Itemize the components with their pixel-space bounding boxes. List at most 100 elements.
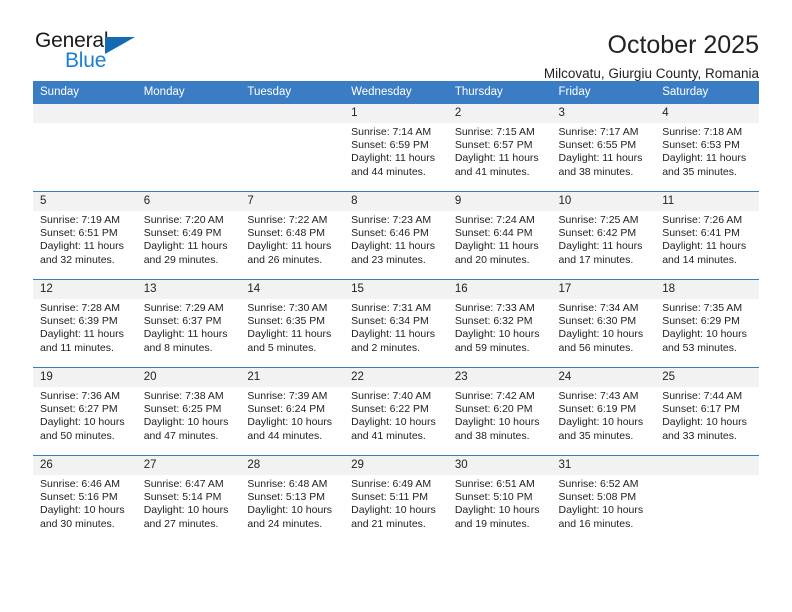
daylight-line-1: Daylight: 10 hours [454, 328, 540, 341]
sunrise-time: Sunrise: 7:36 AM [40, 390, 120, 402]
daylight-line-2: and 47 minutes. [143, 429, 219, 442]
daylight-line-2: and 35 minutes. [558, 429, 634, 442]
day-cell[interactable]: 5 Sunrise: 7:19 AM Sunset: 6:51 PM Dayli… [33, 191, 137, 280]
day-info: Sunrise: 6:48 AM Sunset: 5:13 PM Dayligh… [240, 475, 344, 531]
day-cell[interactable]: 11 Sunrise: 7:26 AM Sunset: 6:41 PM Dayl… [655, 191, 759, 280]
daylight-line-1: Daylight: 10 hours [454, 416, 540, 429]
page-title: October 2025 [607, 31, 760, 59]
calendar-week-row: 19 Sunrise: 7:36 AM Sunset: 6:27 PM Dayl… [33, 367, 759, 456]
sunset-time: Sunset: 6:55 PM [558, 139, 637, 152]
day-number: 2 [447, 104, 552, 123]
sunset-time: Sunset: 6:49 PM [143, 227, 222, 240]
sunset-time: Sunset: 5:08 PM [558, 491, 637, 504]
day-cell[interactable]: 31 Sunrise: 6:52 AM Sunset: 5:08 PM Dayl… [551, 455, 656, 543]
day-info: Sunrise: 7:34 AM Sunset: 6:30 PM Dayligh… [552, 299, 656, 355]
day-cell[interactable]: 14 Sunrise: 7:30 AM Sunset: 6:35 PM Dayl… [240, 279, 345, 368]
day-cell[interactable]: 26 Sunrise: 6:46 AM Sunset: 5:16 PM Dayl… [33, 455, 137, 543]
day-cell[interactable]: 9 Sunrise: 7:24 AM Sunset: 6:44 PM Dayli… [447, 191, 552, 280]
day-cell[interactable]: 30 Sunrise: 6:51 AM Sunset: 5:10 PM Dayl… [447, 455, 552, 543]
sunrise-time: Sunrise: 6:52 AM [558, 478, 639, 490]
day-cell[interactable] [240, 103, 345, 192]
day-cell[interactable]: 8 Sunrise: 7:23 AM Sunset: 6:46 PM Dayli… [344, 191, 448, 280]
daylight-line-2: and 8 minutes. [143, 341, 213, 354]
sunset-time: Sunset: 6:39 PM [40, 315, 118, 328]
day-cell[interactable]: 10 Sunrise: 7:25 AM Sunset: 6:42 PM Dayl… [551, 191, 656, 280]
daylight-line-1: Daylight: 10 hours [247, 504, 333, 517]
logo-text-blue: Blue [65, 49, 107, 72]
day-info: Sunrise: 7:33 AM Sunset: 6:32 PM Dayligh… [448, 299, 552, 355]
day-number: 6 [136, 192, 241, 211]
weekday-header-saturday: Saturday [655, 81, 759, 104]
day-cell[interactable]: 21 Sunrise: 7:39 AM Sunset: 6:24 PM Dayl… [240, 367, 345, 456]
sunrise-time: Sunrise: 6:47 AM [143, 478, 224, 490]
day-cell[interactable]: 12 Sunrise: 7:28 AM Sunset: 6:39 PM Dayl… [33, 279, 137, 368]
day-info: Sunrise: 7:39 AM Sunset: 6:24 PM Dayligh… [240, 387, 344, 443]
day-cell[interactable]: 15 Sunrise: 7:31 AM Sunset: 6:34 PM Dayl… [344, 279, 448, 368]
day-cell[interactable] [33, 103, 137, 192]
daylight-line-1: Daylight: 11 hours [662, 152, 747, 165]
day-cell[interactable]: 19 Sunrise: 7:36 AM Sunset: 6:27 PM Dayl… [33, 367, 137, 456]
daylight-line-2: and 50 minutes. [40, 429, 115, 442]
day-cell[interactable]: 6 Sunrise: 7:20 AM Sunset: 6:49 PM Dayli… [136, 191, 241, 280]
day-cell[interactable]: 29 Sunrise: 6:49 AM Sunset: 5:11 PM Dayl… [344, 455, 448, 543]
day-cell[interactable]: 20 Sunrise: 7:38 AM Sunset: 6:25 PM Dayl… [136, 367, 241, 456]
day-cell[interactable]: 23 Sunrise: 7:42 AM Sunset: 6:20 PM Dayl… [447, 367, 552, 456]
daylight-line-1: Daylight: 10 hours [40, 504, 125, 517]
day-number: 26 [33, 456, 137, 475]
day-cell[interactable]: 3 Sunrise: 7:17 AM Sunset: 6:55 PM Dayli… [551, 103, 656, 192]
day-cell[interactable]: 17 Sunrise: 7:34 AM Sunset: 6:30 PM Dayl… [551, 279, 656, 368]
daylight-line-1: Daylight: 11 hours [247, 328, 332, 341]
daylight-line-2: and 30 minutes. [40, 517, 115, 530]
day-info: Sunrise: 7:24 AM Sunset: 6:44 PM Dayligh… [448, 211, 552, 267]
sunrise-time: Sunrise: 7:15 AM [454, 126, 535, 138]
day-number: 11 [655, 192, 759, 211]
sunset-time: Sunset: 6:27 PM [40, 403, 118, 416]
calendar-body: 1 Sunrise: 7:14 AM Sunset: 6:59 PM Dayli… [33, 103, 759, 543]
day-cell[interactable]: 24 Sunrise: 7:43 AM Sunset: 6:19 PM Dayl… [551, 367, 656, 456]
daylight-line-2: and 38 minutes. [558, 165, 634, 178]
day-cell[interactable]: 13 Sunrise: 7:29 AM Sunset: 6:37 PM Dayl… [136, 279, 241, 368]
sunrise-time: Sunrise: 7:18 AM [662, 126, 743, 138]
daylight-line-1: Daylight: 10 hours [558, 416, 644, 429]
calendar-page: General Blue October 2025 Milcovatu, Giu… [0, 0, 792, 612]
day-cell[interactable]: 27 Sunrise: 6:47 AM Sunset: 5:14 PM Dayl… [136, 455, 241, 543]
day-number: 7 [240, 192, 345, 211]
sunset-time: Sunset: 5:11 PM [351, 491, 428, 504]
sunset-time: Sunset: 6:20 PM [454, 403, 533, 416]
daylight-line-2: and 32 minutes. [40, 253, 115, 266]
daylight-line-2: and 21 minutes. [351, 517, 426, 530]
logo-triangle-icon [105, 37, 135, 54]
sunset-time: Sunset: 6:34 PM [351, 315, 429, 328]
day-cell[interactable]: 18 Sunrise: 7:35 AM Sunset: 6:29 PM Dayl… [655, 279, 759, 368]
day-cell[interactable]: 28 Sunrise: 6:48 AM Sunset: 5:13 PM Dayl… [240, 455, 345, 543]
sunrise-time: Sunrise: 6:49 AM [351, 478, 432, 490]
weekday-header-row: Sunday Monday Tuesday Wednesday Thursday… [33, 81, 759, 104]
day-cell[interactable]: 22 Sunrise: 7:40 AM Sunset: 6:22 PM Dayl… [344, 367, 448, 456]
day-number: 1 [344, 104, 448, 123]
daylight-line-1: Daylight: 11 hours [143, 328, 228, 341]
day-info: Sunrise: 7:31 AM Sunset: 6:34 PM Dayligh… [344, 299, 448, 355]
day-cell[interactable]: 7 Sunrise: 7:22 AM Sunset: 6:48 PM Dayli… [240, 191, 345, 280]
day-cell[interactable] [136, 103, 241, 192]
daylight-line-2: and 44 minutes. [351, 165, 426, 178]
day-cell[interactable]: 16 Sunrise: 7:33 AM Sunset: 6:32 PM Dayl… [447, 279, 552, 368]
day-cell[interactable]: 1 Sunrise: 7:14 AM Sunset: 6:59 PM Dayli… [344, 103, 448, 192]
sunset-time: Sunset: 5:13 PM [247, 491, 326, 504]
day-info [33, 123, 137, 126]
sunrise-time: Sunrise: 6:46 AM [40, 478, 120, 490]
day-number [655, 456, 759, 475]
day-number: 22 [344, 368, 448, 387]
general-blue-logo[interactable]: General Blue [33, 30, 163, 84]
sunrise-time: Sunrise: 7:30 AM [247, 302, 328, 314]
day-cell[interactable]: 2 Sunrise: 7:15 AM Sunset: 6:57 PM Dayli… [447, 103, 552, 192]
day-cell[interactable] [655, 455, 759, 543]
day-info: Sunrise: 7:15 AM Sunset: 6:57 PM Dayligh… [448, 123, 552, 179]
day-cell[interactable]: 4 Sunrise: 7:18 AM Sunset: 6:53 PM Dayli… [655, 103, 759, 192]
daylight-line-1: Daylight: 10 hours [351, 504, 436, 517]
daylight-line-2: and 35 minutes. [662, 165, 737, 178]
day-cell[interactable]: 25 Sunrise: 7:44 AM Sunset: 6:17 PM Dayl… [655, 367, 759, 456]
daylight-line-1: Daylight: 11 hours [558, 240, 643, 253]
sunrise-time: Sunrise: 7:31 AM [351, 302, 432, 314]
daylight-line-1: Daylight: 10 hours [143, 504, 229, 517]
daylight-line-2: and 14 minutes. [662, 253, 737, 266]
